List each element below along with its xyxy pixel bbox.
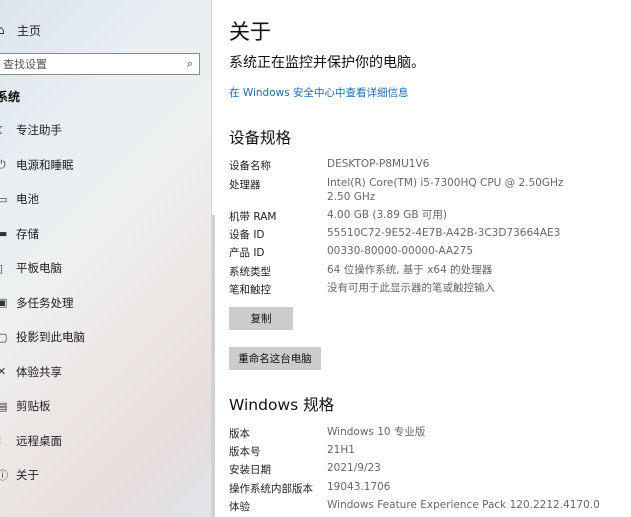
sidebar-item-label: 投影到此电脑 (16, 330, 85, 345)
security-center-link[interactable]: 在 Windows 安全中心中查看详细信息 (229, 85, 409, 100)
spec-key: 笔和触控 (229, 284, 271, 296)
search-placeholder: 查找设置 (3, 58, 47, 71)
spec-key: 产品 ID (229, 247, 265, 259)
scrollbar[interactable] (212, 215, 215, 517)
spec-key: 系统类型 (229, 266, 271, 278)
clipboard-icon: ▤ (0, 399, 8, 413)
spec-value: Windows 10 专业版 (327, 426, 426, 438)
sidebar-item-label: 平板电脑 (16, 261, 62, 276)
spec-key: 操作系统内部版本 (229, 483, 313, 495)
sidebar-item-label: 专注助手 (16, 123, 62, 138)
multitask-icon: ▣ (0, 296, 8, 310)
sidebar-item-storage[interactable]: ▬ 存储 (0, 217, 85, 252)
sidebar-item-tablet[interactable]: ▯ 平板电脑 (0, 251, 85, 286)
power-icon: ⏻ (0, 157, 6, 171)
sidebar-item-label: 关于 (16, 468, 39, 483)
sidebar-item-label: 远程桌面 (16, 433, 62, 448)
copy-button[interactable]: 复制 (229, 307, 293, 330)
spec-key: 设备名称 (229, 160, 271, 172)
spec-value: 19043.1706 (327, 481, 391, 493)
spec-value: Intel(R) Core(TM) i5-7300HQ CPU @ 2.50GH… (327, 177, 564, 189)
spec-value: 00330-80000-00000-AA275 (327, 245, 474, 257)
spec-key: 机带 RAM (229, 211, 277, 223)
spec-key: 处理器 (229, 179, 261, 191)
info-icon: ⓘ (0, 469, 8, 483)
sidebar-item-label: 存储 (16, 226, 39, 241)
sidebar-item-home[interactable]: ⌂ 主页 (0, 16, 41, 44)
sidebar-nav: ☾ 专注助手 ⏻ 电源和睡眠 ▭ 电池 ▬ 存储 ▯ 平板电脑 ▣ 多任务处理 … (0, 113, 85, 493)
rename-pc-button[interactable]: 重命名这台电脑 (229, 347, 321, 370)
sidebar-section-title: 系统 (0, 90, 21, 104)
sidebar-item-label: 剪贴板 (16, 399, 51, 414)
spec-value-line2: 2.50 GHz (327, 191, 376, 203)
share-icon: ✕ (0, 365, 7, 379)
protection-status-text: 系统正在监控并保护你的电脑。 (229, 55, 425, 71)
storage-icon: ▬ (0, 227, 8, 241)
spec-key: 版本号 (229, 446, 261, 458)
spec-value: 21H1 (327, 444, 355, 456)
device-specs-heading: 设备规格 (229, 129, 292, 147)
spec-value: Windows Feature Experience Pack 120.2212… (327, 499, 600, 511)
sidebar-item-remote-desktop[interactable]: ‹ 远程桌面 (0, 424, 85, 459)
sidebar-item-label: 电池 (16, 192, 39, 207)
spec-value: 55510C72-9E52-4E7B-A42B-3C3D73664AE3 (327, 227, 561, 239)
about-page: 关于 系统正在监控并保护你的电脑。 在 Windows 安全中心中查看详细信息 … (229, 0, 629, 517)
remote-desktop-icon: ‹ (0, 434, 11, 447)
sidebar-item-focus-assist[interactable]: ☾ 专注助手 (0, 113, 85, 148)
spec-value: DESKTOP-P8MU1V6 (327, 158, 430, 170)
sidebar-item-projecting[interactable]: ▢ 投影到此电脑 (0, 320, 85, 355)
home-icon: ⌂ (0, 23, 5, 37)
spec-value: 没有可用于此显示器的笔或触控输入 (327, 282, 495, 294)
windows-specs-heading: Windows 规格 (229, 396, 335, 414)
spec-key: 版本 (229, 428, 250, 440)
search-icon[interactable]: ⌕ (187, 57, 193, 71)
sidebar-item-shared-experiences[interactable]: ✕ 体验共享 (0, 355, 85, 390)
spec-value: 2021/9/23 (327, 462, 381, 474)
spec-key: 设备 ID (229, 229, 265, 241)
project-icon: ▢ (0, 330, 8, 344)
sidebar-item-battery[interactable]: ▭ 电池 (0, 182, 85, 217)
sidebar-item-label: 电源和睡眠 (16, 157, 74, 172)
sidebar-item-power-sleep[interactable]: ⏻ 电源和睡眠 (0, 148, 85, 183)
sidebar-item-label: 主页 (17, 23, 42, 38)
spec-value: 64 位操作系统, 基于 x64 的处理器 (327, 264, 493, 276)
spec-key: 体验 (229, 501, 250, 513)
page-title: 关于 (229, 20, 271, 44)
sidebar-item-label: 多任务处理 (16, 295, 74, 310)
tablet-icon: ▯ (0, 261, 4, 275)
sidebar-item-multitasking[interactable]: ▣ 多任务处理 (0, 286, 85, 321)
sidebar-item-about[interactable]: ⓘ 关于 (0, 458, 85, 493)
search-input[interactable]: 查找设置 ⌕ (0, 53, 200, 75)
sidebar-item-clipboard[interactable]: ▤ 剪贴板 (0, 389, 85, 424)
moon-icon: ☾ (0, 123, 7, 137)
spec-key: 安装日期 (229, 464, 271, 476)
battery-icon: ▭ (0, 192, 8, 206)
settings-sidebar: ⌂ 主页 查找设置 ⌕ 系统 ☾ 专注助手 ⏻ 电源和睡眠 ▭ 电池 ▬ 存储 … (0, 0, 212, 517)
spec-value: 4.00 GB (3.89 GB 可用) (327, 209, 447, 221)
sidebar-item-label: 体验共享 (16, 364, 62, 379)
